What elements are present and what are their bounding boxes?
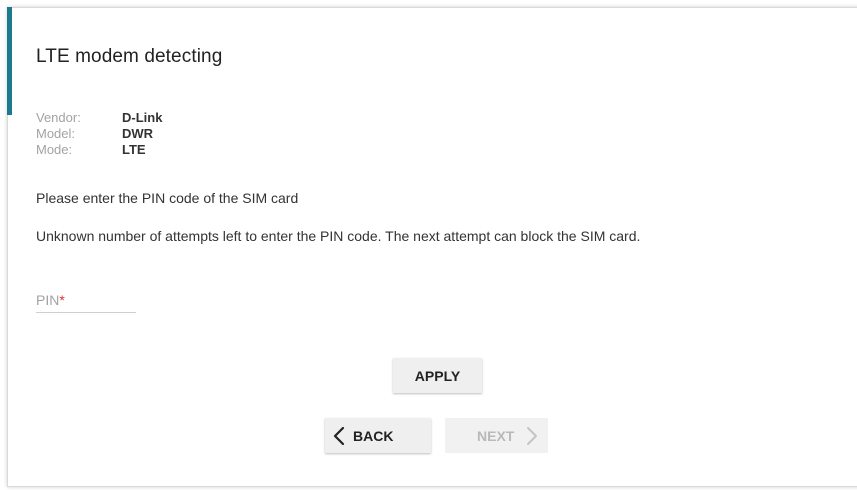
info-row-vendor: Vendor: D-Link xyxy=(36,110,162,126)
back-label: BACK xyxy=(353,427,394,444)
info-row-model: Model: DWR xyxy=(36,126,162,142)
pin-field[interactable]: PIN* xyxy=(36,288,136,313)
wizard-panel: LTE modem detecting Vendor: D-Link Model… xyxy=(7,7,857,487)
next-label: NEXT xyxy=(477,427,515,444)
pin-input[interactable] xyxy=(36,288,136,312)
mode-value: LTE xyxy=(122,142,146,157)
apply-button[interactable]: APPLY xyxy=(393,358,482,393)
info-row-mode: Mode: LTE xyxy=(36,142,162,158)
next-button: NEXT xyxy=(445,418,548,453)
page-title: LTE modem detecting xyxy=(36,46,223,67)
chevron-right-icon xyxy=(526,426,538,446)
vendor-label: Vendor: xyxy=(36,110,81,125)
chevron-left-icon xyxy=(333,426,345,446)
attempts-warning-message: Unknown number of attempts left to enter… xyxy=(36,228,641,244)
accent-bar xyxy=(7,7,12,115)
vendor-value: D-Link xyxy=(122,110,163,125)
back-button[interactable]: BACK xyxy=(325,418,431,453)
mode-label: Mode: xyxy=(36,142,73,157)
enter-pin-message: Please enter the PIN code of the SIM car… xyxy=(36,190,299,206)
model-label: Model: xyxy=(36,126,76,141)
model-value: DWR xyxy=(122,126,154,141)
device-info: Vendor: D-Link Model: DWR Mode: LTE xyxy=(36,110,162,158)
